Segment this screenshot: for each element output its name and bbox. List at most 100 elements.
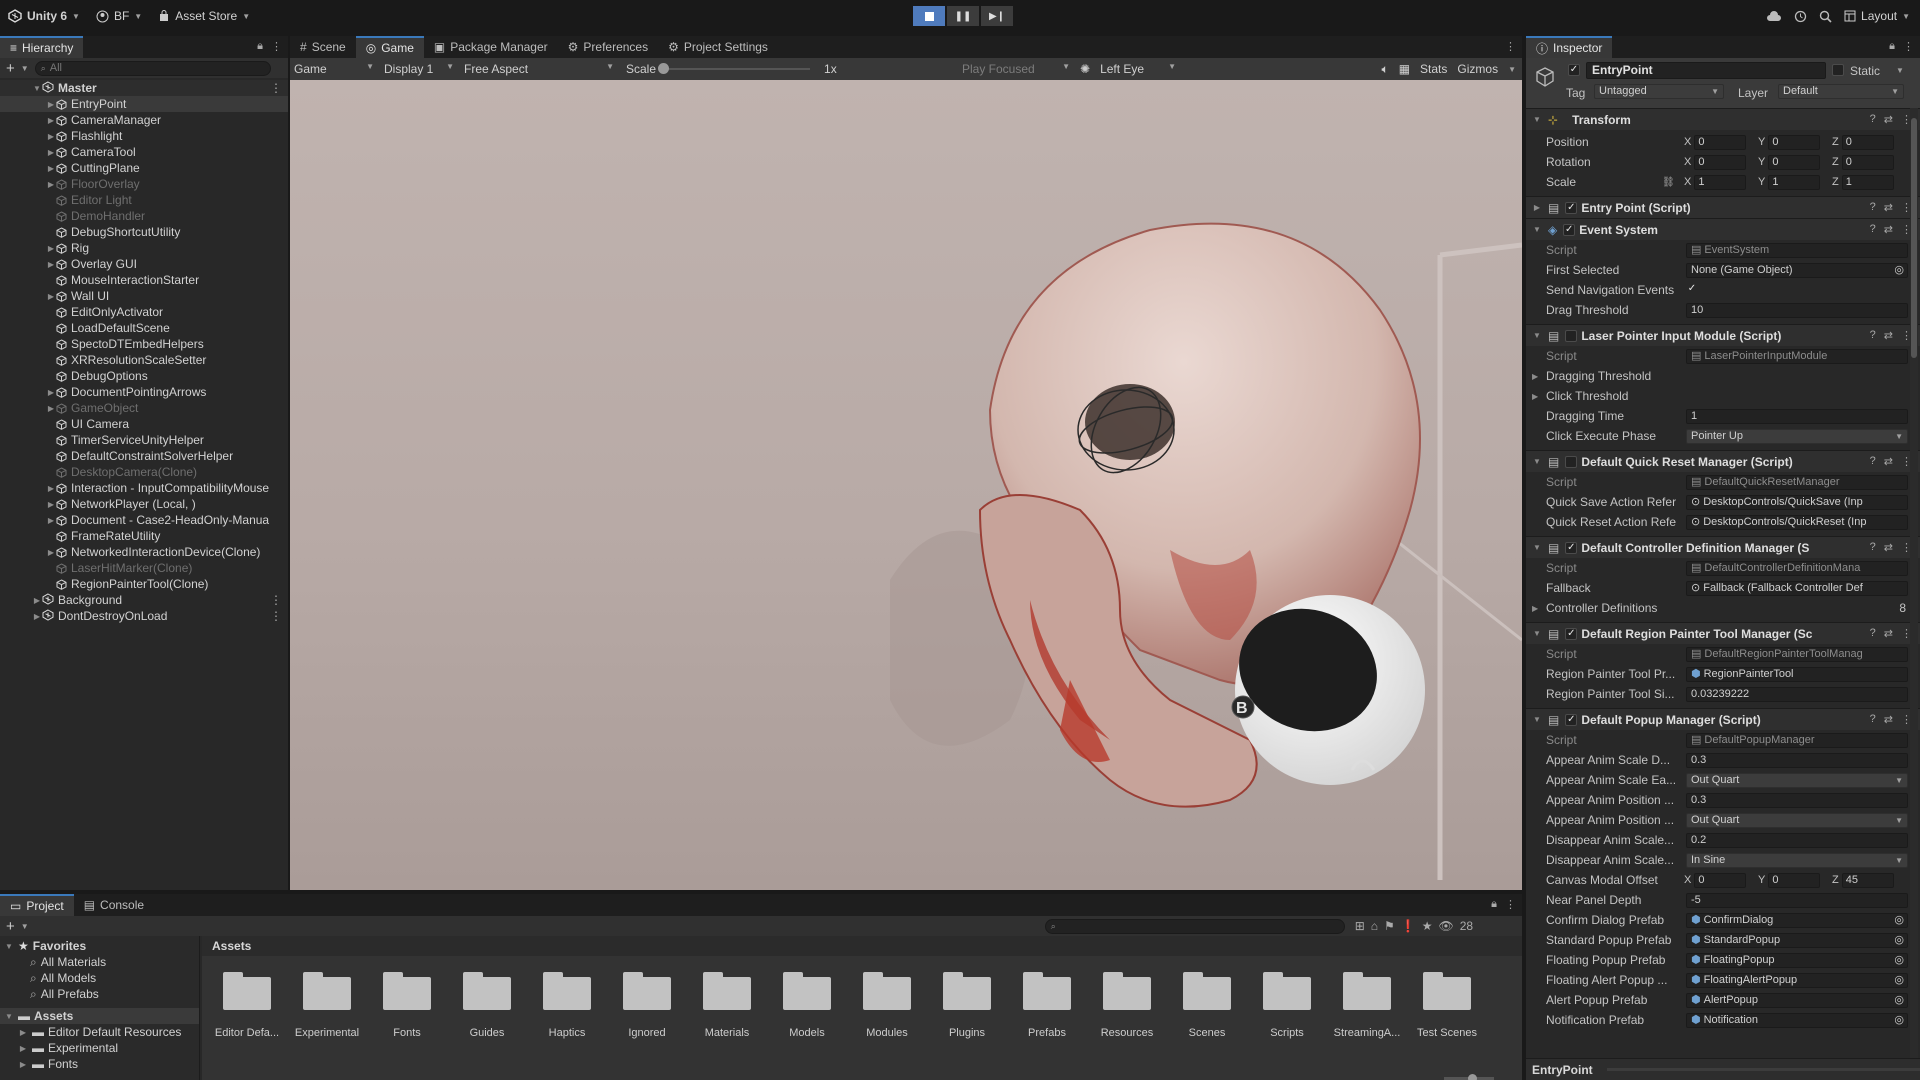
- expand-arrow-icon[interactable]: ▼: [1530, 331, 1544, 340]
- expand-arrow-icon[interactable]: ▶: [46, 388, 56, 397]
- hierarchy-item[interactable]: EditOnlyActivator: [0, 304, 288, 320]
- stats-button[interactable]: Stats: [1420, 62, 1447, 76]
- hierarchy-item[interactable]: LoadDefaultScene: [0, 320, 288, 336]
- tag-dropdown[interactable]: Untagged ▼: [1594, 84, 1724, 99]
- asset-folder-row[interactable]: ▶ ▬ Experimental: [0, 1040, 199, 1056]
- help-icon[interactable]: ?: [1870, 713, 1876, 726]
- scale-y[interactable]: Y1: [1758, 174, 1821, 190]
- tab-hierarchy[interactable]: ≡ Hierarchy: [0, 36, 84, 58]
- kebab-menu-icon[interactable]: ⋮: [1903, 40, 1914, 53]
- expand-arrow-icon[interactable]: ▶: [46, 132, 56, 141]
- target-icon[interactable]: ◎: [1894, 914, 1904, 927]
- preset-icon[interactable]: ⇄: [1884, 113, 1893, 126]
- asset-folder[interactable]: Fonts: [372, 972, 442, 1039]
- property-row[interactable]: ▶ Click Threshold: [1526, 388, 1920, 404]
- component-event-system[interactable]: ▼ ◈ ✓ Event System ? ⇄ ⋮: [1526, 218, 1920, 240]
- help-icon[interactable]: ?: [1870, 113, 1876, 126]
- expand-arrow-icon[interactable]: ▶: [46, 500, 56, 509]
- hierarchy-item[interactable]: LaserHitMarker(Clone): [0, 560, 288, 576]
- component-entry-point[interactable]: ▶ ▤ ✓ Entry Point (Script) ? ⇄ ⋮: [1526, 196, 1920, 218]
- position-x[interactable]: X0: [1684, 134, 1747, 150]
- expand-arrow-icon[interactable]: ▶: [46, 484, 56, 493]
- asset-folder[interactable]: Scripts: [1252, 972, 1322, 1039]
- chevron-down-icon[interactable]: ▼: [1508, 65, 1516, 74]
- expand-arrow-icon[interactable]: ▶: [46, 100, 56, 109]
- expand-arrow-icon[interactable]: ▶: [18, 1060, 28, 1069]
- component-laser-pointer[interactable]: ▼ ▤ Laser Pointer Input Module (Script) …: [1526, 324, 1920, 346]
- float-field[interactable]: 0.2: [1686, 832, 1908, 848]
- send-navigation-checkbox[interactable]: ✓: [1686, 284, 1698, 296]
- float-field[interactable]: 0.03239222: [1686, 686, 1908, 702]
- eye-dropdown[interactable]: Left Eye ▼: [1100, 62, 1180, 76]
- grid-layout-icon[interactable]: ▦: [1399, 62, 1410, 76]
- asset-folder[interactable]: Scenes: [1172, 972, 1242, 1039]
- display-dropdown[interactable]: Display 1 ▼: [378, 62, 458, 76]
- asset-folder[interactable]: Test Scenes: [1412, 972, 1482, 1039]
- pause-button[interactable]: ❚❚: [947, 6, 979, 26]
- favorite-item[interactable]: ⌕ All Prefabs: [0, 986, 199, 1002]
- expand-arrow-icon[interactable]: ▶: [46, 548, 56, 557]
- search-icon[interactable]: [1819, 10, 1832, 23]
- expand-arrow-icon[interactable]: ▼: [4, 1012, 14, 1021]
- lock-icon[interactable]: 🔒︎: [1491, 898, 1497, 911]
- tab-package-manager[interactable]: ▣ Package Manager: [424, 36, 558, 58]
- layer-dropdown[interactable]: Default ▼: [1778, 84, 1904, 99]
- asset-folder[interactable]: Resources: [1092, 972, 1162, 1039]
- kebab-menu-icon[interactable]: ⋮: [271, 40, 282, 53]
- layout-dropdown[interactable]: Layout ▼: [1844, 9, 1910, 23]
- account-dropdown[interactable]: BF ▼: [88, 9, 150, 23]
- ease-dropdown[interactable]: Out Quart ▼: [1686, 812, 1908, 828]
- position-x-field[interactable]: 0: [1694, 134, 1747, 150]
- object-field[interactable]: ⬢ ConfirmDialog ◎: [1686, 912, 1908, 928]
- component-enabled-checkbox[interactable]: ✓: [1563, 223, 1576, 236]
- scale-y-field[interactable]: 1: [1768, 174, 1821, 190]
- asset-folder-row[interactable]: ▶ ▬ Fonts: [0, 1056, 199, 1072]
- hierarchy-item[interactable]: DebugShortcutUtility: [0, 224, 288, 240]
- object-field[interactable]: ⊙ DesktopControls/QuickReset (Inp: [1686, 514, 1908, 530]
- hierarchy-item[interactable]: ▶ CameraManager: [0, 112, 288, 128]
- preset-icon[interactable]: ⇄: [1884, 627, 1893, 640]
- hierarchy-item[interactable]: RegionPainterTool(Clone): [0, 576, 288, 592]
- target-icon[interactable]: ◎: [1894, 934, 1904, 947]
- tab-project[interactable]: ▭ Project: [0, 894, 74, 916]
- chevron-down-icon[interactable]: ▼: [21, 64, 29, 73]
- stop-button[interactable]: [913, 6, 945, 26]
- expand-arrow-icon[interactable]: ▶: [18, 1044, 28, 1053]
- expand-arrow-icon[interactable]: ▶: [1532, 372, 1538, 381]
- tab-preferences[interactable]: ⚙ Preferences: [558, 36, 658, 58]
- scale-x-field[interactable]: 1: [1694, 174, 1747, 190]
- hierarchy-item[interactable]: ▶ Wall UI: [0, 288, 288, 304]
- hierarchy-item[interactable]: ▶ CuttingPlane: [0, 160, 288, 176]
- kebab-menu-icon[interactable]: ⋮: [1505, 40, 1516, 53]
- footer-resize-handle[interactable]: [1606, 1068, 1920, 1071]
- search-by-label-icon[interactable]: ⌂: [1371, 919, 1378, 933]
- preset-icon[interactable]: ⇄: [1884, 201, 1893, 214]
- search-by-type-icon[interactable]: ⊞: [1355, 919, 1365, 933]
- help-icon[interactable]: ?: [1870, 455, 1876, 468]
- preset-icon[interactable]: ⇄: [1884, 455, 1893, 468]
- kebab-menu-icon[interactable]: ⋮: [1505, 898, 1516, 911]
- hierarchy-item[interactable]: ▶ CameraTool: [0, 144, 288, 160]
- scale-slider[interactable]: [658, 63, 811, 74]
- hierarchy-item[interactable]: ▶ NetworkPlayer (Local, ): [0, 496, 288, 512]
- hierarchy-item[interactable]: ▶ Overlay GUI: [0, 256, 288, 272]
- hierarchy-item[interactable]: TimerServiceUnityHelper: [0, 432, 288, 448]
- canvas-offset-z[interactable]: Z 45: [1832, 872, 1894, 888]
- component-enabled-checkbox[interactable]: ✓: [1565, 713, 1578, 726]
- canvas-offset-y[interactable]: Y0: [1758, 872, 1821, 888]
- expand-arrow-icon[interactable]: ▶: [46, 148, 56, 157]
- object-field[interactable]: ⬢ FloatingPopup ◎: [1686, 952, 1908, 968]
- hierarchy-item[interactable]: SpectoDTEmbedHelpers: [0, 336, 288, 352]
- hierarchy-search-input[interactable]: ⌕ All: [34, 60, 271, 76]
- component-controller-definition[interactable]: ▼ ▤ ✓ Default Controller Definition Mana…: [1526, 536, 1920, 558]
- expand-arrow-icon[interactable]: ▶: [46, 180, 56, 189]
- hierarchy-item[interactable]: ▶ Flashlight: [0, 128, 288, 144]
- game-viewport[interactable]: B: [290, 80, 1522, 890]
- hierarchy-item[interactable]: DemoHandler: [0, 208, 288, 224]
- position-y[interactable]: Y0: [1758, 134, 1821, 150]
- help-icon[interactable]: ?: [1870, 541, 1876, 554]
- canvas-offset-x-field[interactable]: 0: [1694, 872, 1747, 888]
- dragging-time-field[interactable]: 1: [1686, 408, 1908, 424]
- hierarchy-item[interactable]: DesktopCamera(Clone): [0, 464, 288, 480]
- drag-threshold-field[interactable]: 10: [1686, 302, 1908, 318]
